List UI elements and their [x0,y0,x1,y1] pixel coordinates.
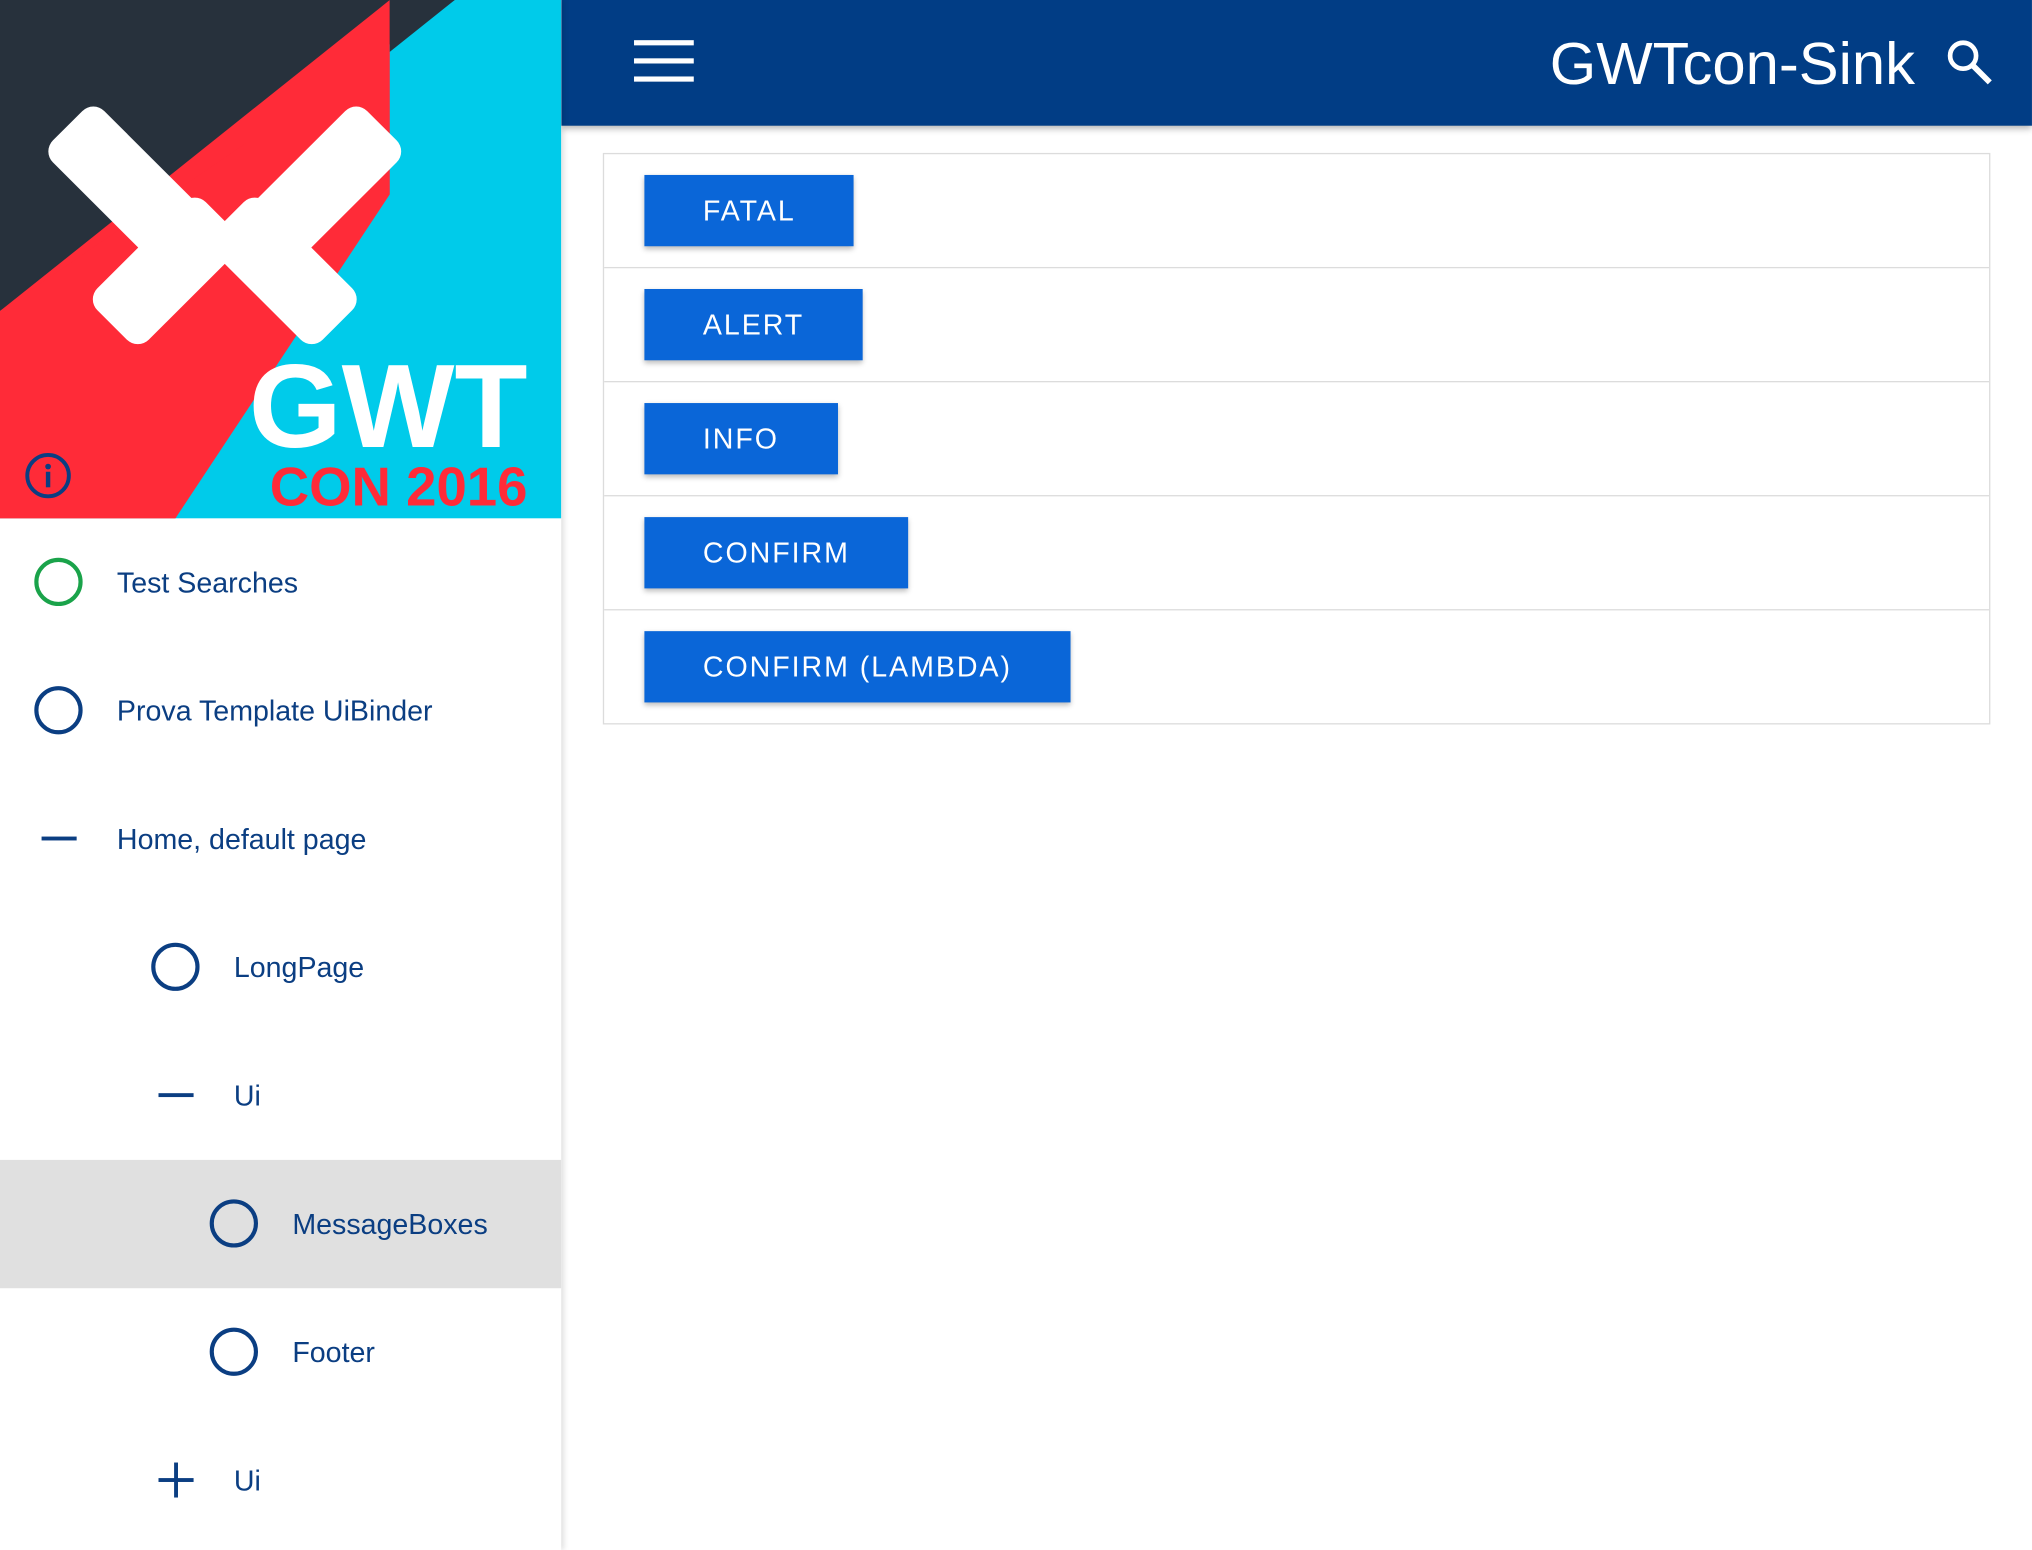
nav-item-label: Ui [233,1464,261,1497]
app-window: GWT CON 2016 Test Searches Prova Templat… [0,0,2032,1550]
nav-item-prova-template-uibinder[interactable]: Prova Template UiBinder [0,647,561,775]
minus-icon[interactable] [32,813,84,865]
circle-outline-icon [151,942,200,991]
nav-item-ui-collapsed[interactable]: Ui [0,1417,561,1545]
app-title: GWTcon-Sink [1549,29,1916,98]
button-row: CONFIRM (LAMBDA) [604,610,1989,723]
plus-icon[interactable] [149,1454,201,1506]
side-navigation-drawer: GWT CON 2016 Test Searches Prova Templat… [0,0,562,1550]
button-row: INFO [604,382,1990,497]
nav-item-label: Ui [233,1079,261,1112]
nav-item-label: Home, default page [116,822,367,856]
circle-outline-icon [34,557,83,607]
confirm-button[interactable]: CONFIRM [644,517,909,589]
nav-item-longpage[interactable]: LongPage [0,903,561,1031]
minus-icon[interactable] [149,1069,201,1121]
nav-item-ui-expanded[interactable]: Ui [0,1032,561,1160]
circle-outline-icon [209,1327,259,1376]
button-row: FATAL [604,154,1990,269]
nav-item-test-searches[interactable]: Test Searches [0,518,561,646]
logo-gwt-text: GWT [249,340,528,473]
nav-item-label: MessageBoxes [292,1207,488,1241]
nav-item-home-default-page[interactable]: Home, default page [0,775,561,903]
button-row: ALERT [604,268,1990,383]
app-header-bar: GWTcon-Sink [561,0,2032,126]
gwtcon-2016-logo: GWT CON 2016 [0,0,562,519]
nav-item-footer[interactable]: Footer [0,1288,561,1416]
fatal-button[interactable]: FATAL [644,174,855,247]
nav-item-label: Test Searches [116,566,299,599]
logo-con-2016-text: CON 2016 [270,457,528,518]
alert-button[interactable]: ALERT [644,289,863,361]
hamburger-menu-icon[interactable] [634,36,696,88]
search-icon[interactable] [1944,36,1996,88]
nav-item-label: Prova Template UiBinder [116,694,433,728]
nav-item-label: LongPage [233,951,365,984]
circle-outline-icon [209,1199,259,1248]
info-button[interactable]: INFO [644,403,838,475]
confirm-lambda-button[interactable]: CONFIRM (LAMBDA) [644,631,1071,703]
message-box-demo-panel: FATAL ALERT INFO CONFIRM CONFIRM (LAMBDA… [602,152,1991,725]
button-row: CONFIRM [604,496,1990,611]
info-icon[interactable] [23,451,72,500]
nav-item-label: Footer [292,1336,375,1369]
nav-item-messageboxes[interactable]: MessageBoxes [0,1159,562,1289]
navigation-tree: Test Searches Prova Template UiBinder Ho… [0,518,562,1545]
circle-outline-icon [34,686,83,735]
